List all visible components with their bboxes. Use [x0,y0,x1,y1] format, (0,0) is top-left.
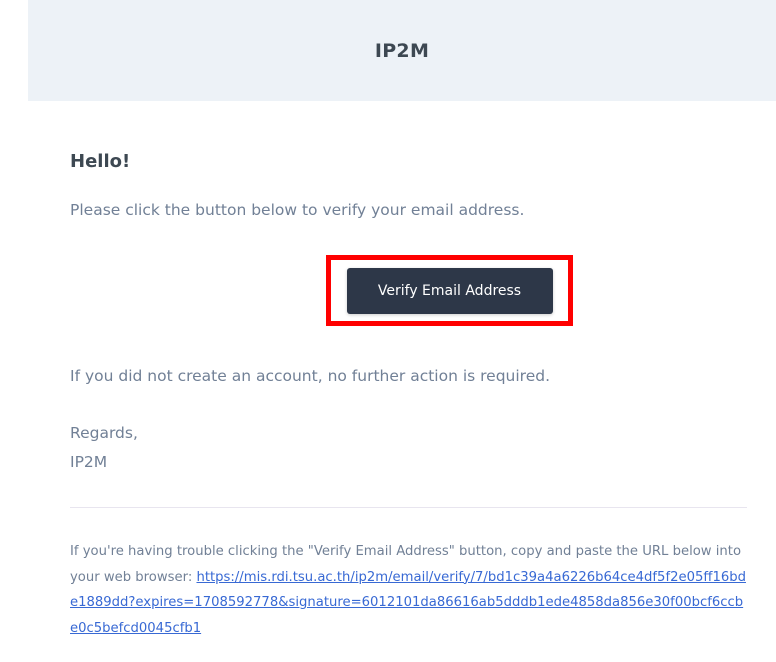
email-header: IP2M [28,0,776,101]
regards-text: Regards, [70,424,138,442]
email-page: IP2M Hello! Please click the button belo… [0,0,776,662]
signature-text: IP2M [70,453,108,471]
app-title[interactable]: IP2M [375,40,429,62]
verify-email-button[interactable]: Verify Email Address [346,267,553,314]
greeting-heading: Hello! [70,151,131,172]
intro-text: Please click the button below to verify … [70,201,525,219]
subcopy-text: If you're having trouble clicking the "V… [70,539,750,641]
no-action-text: If you did not create an account, no fur… [70,367,551,385]
verify-button-highlight: Verify Email Address [326,255,573,326]
regards-block: Regards, IP2M [70,419,138,477]
email-body-card: Hello! Please click the button below to … [28,101,776,662]
divider [70,507,747,508]
